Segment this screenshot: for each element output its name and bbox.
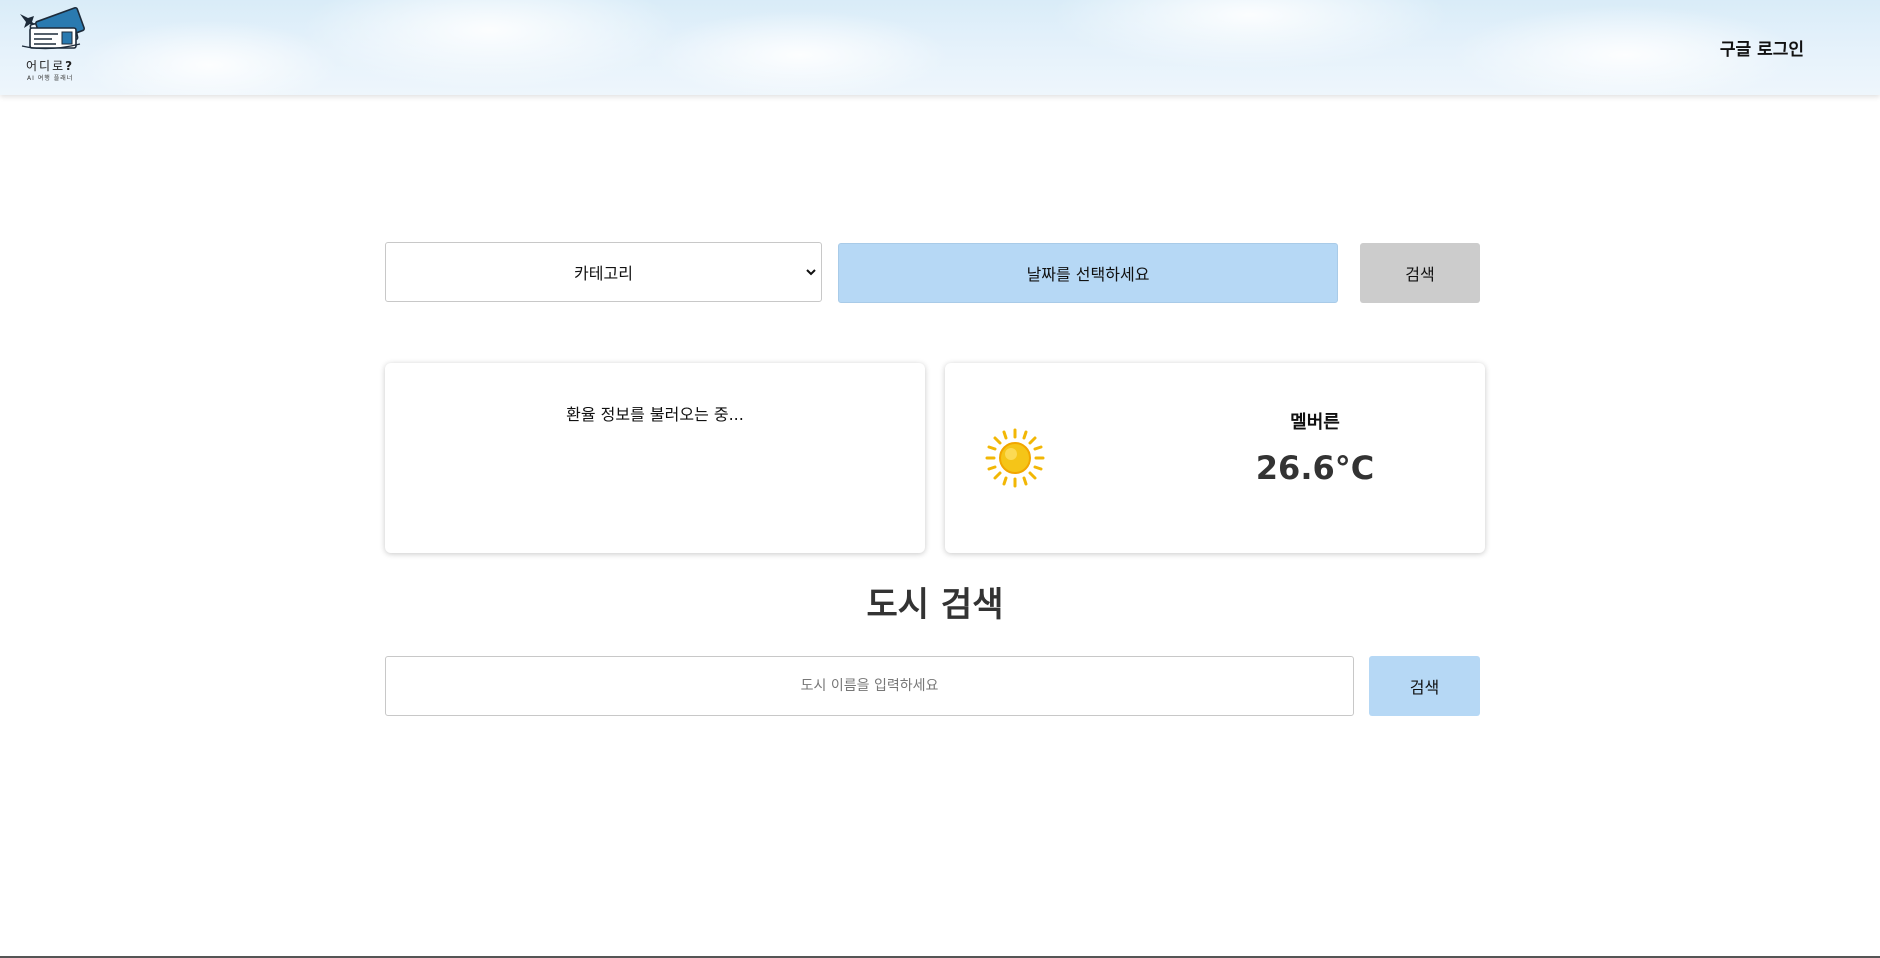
weather-card: 멜버른 26.6°C [945, 363, 1485, 553]
city-search-button[interactable]: 검색 [1369, 656, 1480, 716]
cloud-decoration [1050, 0, 1450, 70]
chevron-down-icon [806, 269, 816, 276]
logo[interactable]: 어디로? AI 여행 플래너 [18, 4, 88, 84]
ticket-plane-icon [20, 6, 86, 50]
site-header: 어디로? AI 여행 플래너 구글 로그인 [0, 0, 1880, 95]
exchange-rate-card: 환율 정보를 불러오는 중... [385, 363, 925, 553]
weather-city: 멜버른 [1290, 412, 1340, 433]
exchange-loading-text: 환율 정보를 불러오는 중... [566, 405, 744, 424]
category-select[interactable]: 카테고리 [385, 242, 822, 302]
sun-icon [985, 428, 1045, 488]
category-select-label: 카테고리 [574, 264, 633, 283]
google-login-button[interactable]: 구글 로그인 [1720, 35, 1804, 60]
cloud-decoration [300, 0, 680, 90]
city-search-input[interactable] [385, 656, 1354, 716]
date-picker-button[interactable]: 날짜를 선택하세요 [838, 243, 1338, 303]
search-button[interactable]: 검색 [1360, 243, 1480, 303]
logo-title: 어디로? [26, 59, 75, 73]
weather-temperature: 26.6°C [1255, 449, 1375, 487]
cloud-decoration [650, 10, 950, 95]
city-search-title: 도시 검색 [866, 585, 1004, 625]
logo-subtitle: AI 여행 플래너 [27, 75, 74, 82]
